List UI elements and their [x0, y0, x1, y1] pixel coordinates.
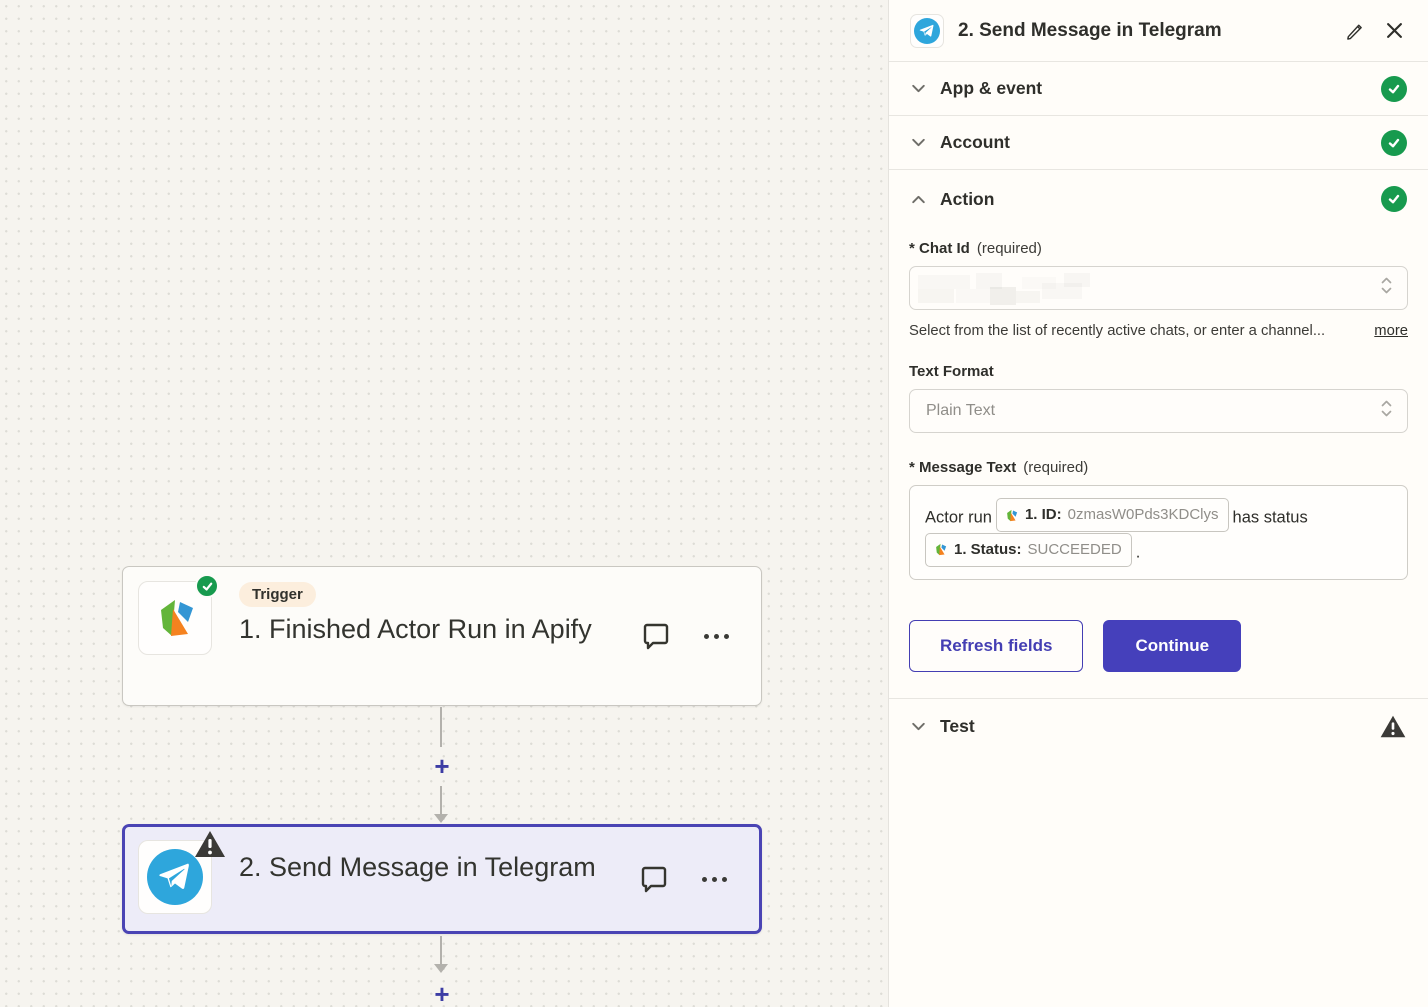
close-panel-button[interactable]	[1382, 18, 1407, 43]
section-label: Test	[940, 716, 1379, 737]
section-action[interactable]: Action	[889, 170, 1428, 228]
field-token-run-id[interactable]: 1. ID:0zmasW0Pds3KDClys	[996, 498, 1229, 532]
check-icon	[1387, 136, 1401, 150]
chat-id-select[interactable]	[909, 266, 1408, 310]
message-middle: has status	[1233, 509, 1308, 527]
zapier-editor: Trigger 1. Finished Actor Run in Apify +	[0, 0, 1428, 1007]
trigger-badge: Trigger	[239, 582, 316, 607]
warning-triangle-icon	[193, 829, 227, 859]
more-options-icon[interactable]	[704, 634, 729, 639]
text-format-label: Text Format	[909, 363, 1408, 380]
apify-app-icon	[138, 581, 212, 655]
section-label: Account	[940, 132, 1381, 153]
message-prefix: Actor run	[925, 509, 992, 527]
refresh-fields-button[interactable]: Refresh fields	[909, 620, 1083, 672]
connector-line-bottom	[440, 936, 442, 966]
chat-id-help-text: Select from the list of recently active …	[909, 323, 1356, 339]
apify-logo-icon	[933, 542, 948, 557]
text-format-value: Plain Text	[926, 402, 995, 420]
comment-icon	[639, 863, 669, 895]
message-text-input[interactable]: Actor run1. ID:0zmasW0Pds3KDClyshas stat…	[909, 485, 1408, 580]
action-form: * Chat Id(required)	[889, 228, 1428, 672]
more-options-icon[interactable]	[702, 877, 727, 882]
telegram-app-icon	[138, 840, 212, 914]
panel-header: 2. Send Message in Telegram	[889, 0, 1428, 62]
section-account[interactable]: Account	[889, 116, 1428, 170]
trigger-step-card[interactable]: Trigger 1. Finished Actor Run in Apify	[122, 566, 762, 706]
add-step-button-bottom[interactable]: +	[427, 979, 457, 1007]
action-step-card-selected[interactable]: 2. Send Message in Telegram	[122, 824, 762, 934]
close-icon	[1386, 22, 1403, 39]
step-success-badge	[195, 574, 219, 598]
trigger-step-title: 1. Finished Actor Run in Apify	[239, 610, 599, 649]
check-icon	[1387, 82, 1401, 96]
section-success-badge	[1381, 130, 1407, 156]
action-step-title: 2. Send Message in Telegram	[239, 848, 599, 887]
connector-arrow-top	[434, 814, 448, 823]
stepper-icon	[1380, 276, 1393, 300]
telegram-logo-icon	[914, 18, 940, 44]
chevron-down-icon	[910, 134, 927, 151]
more-link[interactable]: more	[1374, 323, 1408, 339]
chevron-down-icon	[910, 718, 927, 735]
telegram-app-icon-small	[910, 14, 944, 48]
section-app-event[interactable]: App & event	[889, 62, 1428, 116]
field-token-run-status[interactable]: 1. Status:SUCCEEDED	[925, 533, 1132, 567]
section-success-badge	[1381, 186, 1407, 212]
redacted-chat-id-value	[918, 273, 1128, 305]
chevron-down-icon	[910, 80, 927, 97]
step-warning-badge	[193, 829, 227, 859]
chevron-up-icon	[910, 191, 927, 208]
check-icon	[201, 580, 214, 593]
apify-logo-icon	[151, 594, 199, 642]
panel-title: 2. Send Message in Telegram	[958, 20, 1341, 42]
apify-logo-icon	[1004, 508, 1019, 523]
add-note-button[interactable]	[639, 863, 669, 895]
section-label: App & event	[940, 78, 1381, 99]
workflow-canvas[interactable]: Trigger 1. Finished Actor Run in Apify +	[0, 0, 888, 1007]
add-step-button-top[interactable]: +	[427, 751, 457, 782]
connector-line-top	[440, 707, 442, 747]
rename-step-button[interactable]	[1341, 17, 1368, 44]
comment-icon	[641, 620, 671, 652]
connector-arrow-bottom	[434, 964, 448, 973]
check-icon	[1387, 192, 1401, 206]
message-text-label: * Message Text(required)	[909, 459, 1408, 476]
add-note-button[interactable]	[641, 620, 671, 652]
message-suffix: .	[1136, 543, 1141, 561]
section-label: Action	[940, 189, 1381, 210]
pencil-icon	[1345, 21, 1364, 40]
chat-id-label: * Chat Id(required)	[909, 240, 1408, 257]
connector-line-mid	[440, 786, 442, 816]
section-success-badge	[1381, 76, 1407, 102]
section-test[interactable]: Test	[889, 698, 1428, 754]
text-format-select[interactable]: Plain Text	[909, 389, 1408, 433]
test-warning-icon	[1379, 714, 1407, 739]
continue-button[interactable]: Continue	[1103, 620, 1241, 672]
stepper-icon	[1380, 399, 1393, 423]
step-config-panel: 2. Send Message in Telegram App & event …	[888, 0, 1428, 1007]
